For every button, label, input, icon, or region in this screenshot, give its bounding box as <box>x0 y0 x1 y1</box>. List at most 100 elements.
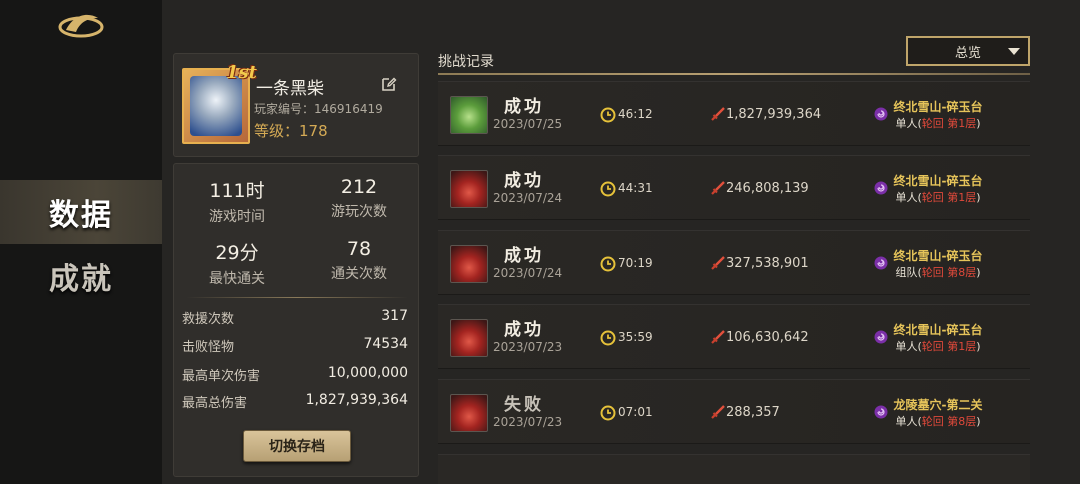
record-mode-type: 单人( <box>895 117 922 130</box>
record-mode-level: 轮回 第1层 <box>921 340 977 353</box>
stat-label: 通关次数 <box>331 266 387 282</box>
record-mode-close: ) <box>976 266 981 279</box>
swirl-icon <box>874 181 888 195</box>
record-date: 2023/07/23 <box>493 340 563 354</box>
record-time: 70:19 <box>618 256 653 270</box>
record-date: 2023/07/23 <box>493 415 563 429</box>
stat-label: 最快通关 <box>209 271 265 287</box>
stat-value: 111时 <box>209 180 265 202</box>
stat-play-count: 212 游玩次数 <box>304 176 414 221</box>
character-thumbnail <box>450 96 488 134</box>
record-damage: 1,827,939,364 <box>726 107 822 122</box>
record-stage: 终北雪山-碎玉台 <box>893 323 983 337</box>
record-mode: 单人(轮回 第1层) <box>888 189 988 205</box>
profile-card: 1st 一条黑柴 玩家编号：146916419 等级：178 <box>173 53 419 157</box>
record-result: 成功 <box>504 97 544 117</box>
character-thumbnail <box>450 319 488 357</box>
sword-icon <box>711 107 725 121</box>
record-damage: 327,538,901 <box>726 256 809 271</box>
record-stage: 龙陵墓穴-第二关 <box>893 398 983 412</box>
stats-card: 111时 游戏时间 212 游玩次数 29分 最快通关 78 通关次数 救援次数… <box>173 163 419 477</box>
stat-play-time: 111时 游戏时间 <box>182 176 292 226</box>
record-time: 44:31 <box>618 181 653 195</box>
record-stage: 终北雪山-碎玉台 <box>893 174 983 188</box>
record-row[interactable]: 失败 2023/07/23 07:01 288,357 龙陵墓穴-第二关 单人(… <box>438 379 1030 444</box>
stat-value: 29分 <box>215 242 259 264</box>
clock-icon <box>600 330 616 346</box>
clock-icon <box>600 256 616 272</box>
stat-row-monsters: 击败怪物 74534 <box>182 336 408 355</box>
stat-row-label: 击败怪物 <box>182 340 235 355</box>
record-row[interactable]: 成功 2023/07/24 70:19 327,538,901 终北雪山-碎玉台… <box>438 230 1030 295</box>
stat-label: 游玩次数 <box>331 204 387 220</box>
record-date: 2023/07/24 <box>493 191 563 205</box>
side-nav: 数据 成就 <box>0 0 162 484</box>
character-thumbnail <box>450 394 488 432</box>
stat-fastest-clear: 29分 最快通关 <box>182 238 292 288</box>
record-result: 成功 <box>504 171 544 191</box>
stat-row-label: 最高总伤害 <box>182 396 248 411</box>
record-damage: 288,357 <box>726 405 780 420</box>
record-mode-close: ) <box>976 117 981 130</box>
record-date: 2023/07/25 <box>493 117 563 131</box>
swirl-icon <box>874 405 888 419</box>
record-row[interactable]: 成功 2023/07/24 44:31 246,808,139 终北雪山-碎玉台… <box>438 155 1030 220</box>
record-damage: 106,630,642 <box>726 330 809 345</box>
swirl-icon <box>874 107 888 121</box>
record-mode-level: 轮回 第8层 <box>921 266 977 279</box>
stat-label: 游戏时间 <box>209 209 265 225</box>
game-logo <box>58 14 104 38</box>
stat-clear-count: 78 通关次数 <box>304 238 414 283</box>
stat-value: 212 <box>340 176 378 198</box>
record-mode-level: 轮回 第1层 <box>921 191 977 204</box>
swirl-icon <box>874 256 888 270</box>
record-mode: 单人(轮回 第8层) <box>888 413 988 429</box>
rank-badge: 1st <box>226 62 257 83</box>
player-level-label: 等级： <box>254 122 300 140</box>
edit-icon[interactable] <box>381 76 397 92</box>
record-mode: 单人(轮回 第1层) <box>888 338 988 354</box>
chevron-down-icon <box>1008 48 1020 55</box>
records-title: 挑战记录 <box>438 54 494 70</box>
player-id-label: 玩家编号： <box>254 102 315 116</box>
sword-icon <box>711 405 725 419</box>
record-mode-level: 轮回 第8层 <box>921 415 977 428</box>
record-mode: 组队(轮回 第8层) <box>888 264 988 280</box>
record-date: 2023/07/24 <box>493 266 563 280</box>
record-damage: 246,808,139 <box>726 181 809 196</box>
stat-row-rescues: 救援次数 317 <box>182 308 408 327</box>
record-result: 失败 <box>504 395 544 415</box>
sword-icon <box>711 330 725 344</box>
switch-save-button[interactable]: 切换存档 <box>243 430 351 462</box>
records-filter-dropdown[interactable]: 总览 <box>906 36 1030 66</box>
dropdown-selected-value: 总览 <box>954 45 981 61</box>
record-stage: 终北雪山-碎玉台 <box>893 249 983 263</box>
record-mode: 单人(轮回 第1层) <box>888 115 988 131</box>
player-level: 等级：178 <box>254 120 328 141</box>
character-thumbnail <box>450 245 488 283</box>
clock-icon <box>600 405 616 421</box>
sword-icon <box>711 181 725 195</box>
stat-row-value: 74534 <box>363 336 408 352</box>
record-time: 35:59 <box>618 330 653 344</box>
stat-row-value: 1,827,939,364 <box>305 392 408 408</box>
record-mode-type: 单人( <box>895 415 922 428</box>
record-time: 07:01 <box>618 405 653 419</box>
records-divider <box>438 73 1030 75</box>
record-mode-close: ) <box>976 340 981 353</box>
nav-data-tab[interactable]: 数据 <box>0 180 162 244</box>
record-mode-level: 轮回 第1层 <box>921 117 977 130</box>
stat-row-label: 救援次数 <box>182 312 235 327</box>
record-mode-close: ) <box>976 415 981 428</box>
record-row[interactable]: 成功 2023/07/23 35:59 106,630,642 终北雪山-碎玉台… <box>438 304 1030 369</box>
record-row[interactable]: 成功 2023/07/25 46:12 1,827,939,364 终北雪山-碎… <box>438 81 1030 146</box>
character-thumbnail <box>450 170 488 208</box>
record-stage: 终北雪山-碎玉台 <box>893 100 983 114</box>
stat-row-max-single-damage: 最高单次伤害 10,000,000 <box>182 365 408 384</box>
stat-value: 78 <box>346 238 372 260</box>
record-mode-type: 单人( <box>895 191 922 204</box>
nav-achievement-tab[interactable]: 成就 <box>0 244 162 308</box>
stat-row-value: 317 <box>381 308 408 324</box>
stat-row-max-total-damage: 最高总伤害 1,827,939,364 <box>182 392 408 411</box>
clock-icon <box>600 181 616 197</box>
